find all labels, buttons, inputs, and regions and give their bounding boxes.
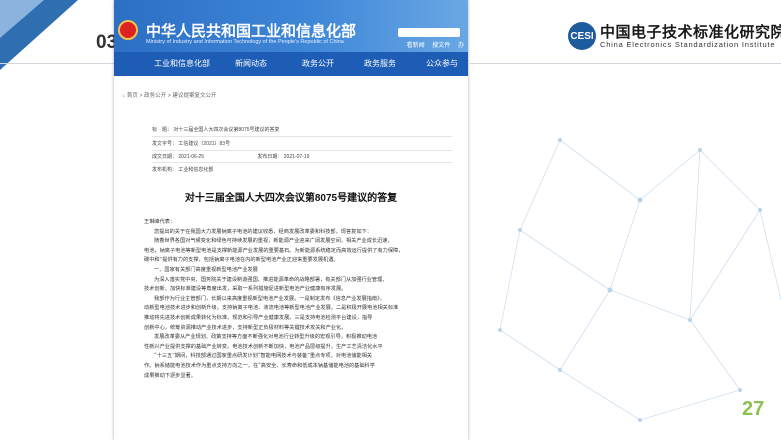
site-title: 中华人民共和国工业和信息化部 — [146, 23, 357, 40]
meta-pub-date-label: 发布日期： — [257, 154, 283, 160]
paragraph: 作。钠系储能电池技术作为重点支持方向之一，在“高安全、长寿命和低成本钠基储能电池… — [144, 362, 375, 369]
nav-item-gov-info[interactable]: 政务公开 — [302, 58, 334, 69]
meta-made-date-value: 2021-06-25 — [178, 154, 204, 160]
top-link-service[interactable]: 办 — [458, 43, 464, 49]
cesi-logo: CESI — [568, 22, 596, 50]
paragraph: “十三五”期间，科技部通过国家重点研发计划“智能电网技术与装备”重点专项，对电池… — [154, 353, 373, 360]
breadcrumb-proposals[interactable]: 建议提案复文公开 — [172, 93, 216, 99]
paragraph: 电池，钠离子电池等新型电池是支撑新能源产业发展的重要基石。为新能源系统稳定而高效… — [144, 247, 404, 254]
paragraph: 推动将先进技术创新成果转化为标准，规范和引导产业健康发展。三是支持电池检测平台建… — [144, 314, 373, 321]
main-nav: 工业和信息化部 新闻动态 政务公开 政务服务 公众参与 — [114, 52, 468, 76]
meta-divider — [152, 136, 452, 137]
search-input[interactable] — [398, 28, 460, 37]
meta-docno-row: 发文字号： 工信建议〔2021〕83号 — [152, 140, 230, 147]
breadcrumb: ⌂ 首页 > 政务公开 > 建议提案复文公开 — [122, 93, 217, 99]
meta-docno-value: 工信建议〔2021〕83号 — [178, 141, 231, 147]
meta-dates-row: 成文日期： 2021-06-25 发布日期： 2021-07-19 — [152, 153, 309, 160]
breadcrumb-gov-info[interactable]: 政务公开 — [144, 93, 166, 99]
meta-issuer-label: 发布机构： — [152, 167, 178, 173]
meta-title-row: 标 题： 对十三届全国人大四次会议第8075号建议的答复 — [152, 126, 280, 133]
meta-title-label: 标 题： — [152, 127, 173, 133]
meta-issuer-row: 发布机构： 工业和信息化部 — [152, 166, 213, 173]
nav-item-news[interactable]: 新闻动态 — [235, 58, 267, 69]
page-number: 27 — [742, 398, 765, 420]
top-link-news[interactable]: 看新闻 — [407, 43, 425, 49]
site-header: 中华人民共和国工业和信息化部 Ministry of Industry and … — [114, 0, 468, 52]
meta-issuer-value: 工业和信息化部 — [178, 167, 214, 173]
paragraph: 碳中和”提供有力的支撑，包括钠离子电池在内的新型电池产业正迎来重要发展机遇。 — [144, 257, 339, 264]
paragraph: 成果推动下逐步显著。 — [144, 372, 196, 379]
paragraph: 技术创新、加快标准建设等角度出发，采取一系列措施促进新型电池产业健康有序发展。 — [144, 286, 347, 293]
national-emblem-icon — [118, 20, 138, 40]
nav-item-public[interactable]: 公众参与 — [426, 58, 458, 69]
section-heading: 一、国家有关部门高度重视新型电池产业发展 — [154, 266, 258, 273]
paragraph: 动新型电池技术进步和创新升级，支持钠离子电池、液流电池等新型电池产业发展。二是积… — [144, 305, 399, 312]
meta-divider — [152, 150, 452, 151]
miit-webpage-screenshot: 中华人民共和国工业和信息化部 Ministry of Industry and … — [114, 0, 468, 440]
top-link-files[interactable]: 搜文件 — [432, 43, 450, 49]
paragraph: 发展改革委从产业规划、政策支持等方面不断强化对电池行业转型升级的宏观引导，积极推… — [154, 334, 378, 341]
paragraph: 随着世界各国对气候变化和绿色可持续发展的重视，新能源产业迎来广阔发展空间，相关产… — [154, 238, 393, 245]
top-links: 看新闻 搜文件 办 — [401, 40, 464, 49]
meta-divider — [152, 162, 452, 163]
org-name-chinese: 中国电子技术标准化研究院 — [600, 24, 781, 41]
paragraph: 您提出的关于在我国大力发展钠离子电池的建议收悉，经商发展改革委和科技部，现答复如… — [154, 228, 372, 235]
meta-title-value: 对十三届全国人大四次会议第8075号建议的答复 — [173, 127, 280, 133]
meta-pub-date-value: 2021-07-19 — [283, 154, 310, 160]
document-heading: 对十三届全国人大四次会议第8075号建议的答复 — [184, 193, 398, 204]
paragraph: 创新中心，统筹资源推动产业技术进步，支持新型正负极材料等关键技术攻关和产业化。 — [144, 324, 347, 331]
breadcrumb-home[interactable]: 首页 — [127, 93, 138, 99]
document-body: 王琳峰代表： 您提出的关于在我国大力发展钠离子电池的建议收悉，经商发展改革委和科… — [144, 218, 449, 381]
nav-item-miit[interactable]: 工业和信息化部 — [154, 58, 210, 69]
paragraph: 我部作为行业主管部门，长期以来高度重视新型电池产业发展。一是制定发布《信息产业发… — [154, 295, 385, 302]
paragraph: 王琳峰代表： — [144, 219, 176, 225]
meta-made-date-label: 成文日期： — [152, 154, 178, 160]
meta-docno-label: 发文字号： — [152, 141, 178, 147]
org-name-english: China Electronics Standardization Instit… — [600, 40, 776, 49]
paragraph: 性新兴产业提供支撑的基础产业转变。电池技术创新不断加快，电池产品层级提升，生产工… — [144, 343, 383, 350]
site-subtitle: Ministry of Industry and Information Tec… — [146, 39, 344, 45]
paragraph: 为深入落实党中央、国务院关于建设制造强国、推进能源革命的战略部署，有关部门从加强… — [154, 276, 388, 283]
nav-item-gov-services[interactable]: 政务服务 — [364, 58, 396, 69]
